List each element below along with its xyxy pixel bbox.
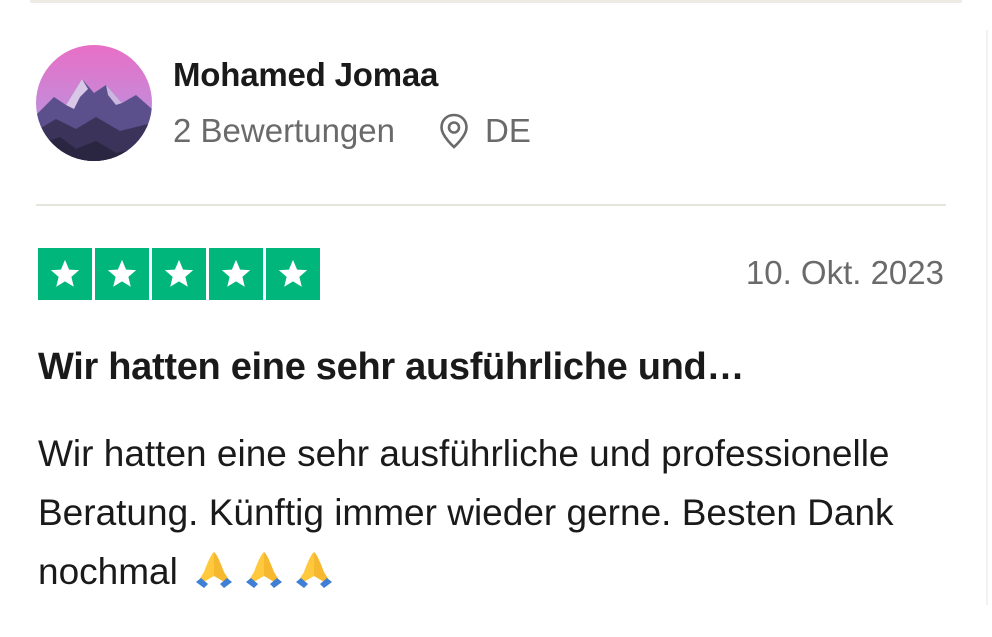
star-icon	[95, 248, 149, 300]
folded-hands-icon	[195, 552, 232, 588]
folded-hands-icon	[295, 552, 332, 588]
divider	[36, 204, 946, 206]
star-icon	[266, 248, 320, 300]
star-icon	[38, 248, 92, 300]
avatar-mountain-image	[36, 45, 152, 161]
review-date: 10. Okt. 2023	[745, 254, 944, 291]
card-top-border	[30, 0, 962, 3]
review-body-text: Wir hatten eine sehr ausführliche und pr…	[38, 433, 894, 592]
star-rating	[38, 248, 320, 300]
card-right-border	[986, 30, 988, 605]
emoji-group	[192, 546, 336, 590]
folded-hands-icon	[245, 552, 282, 588]
reviewer-name[interactable]: Mohamed Jomaa	[173, 56, 438, 94]
location-pin-icon	[439, 113, 469, 149]
review-card: Mohamed Jomaa 2 Bewertungen DE 10. Okt. …	[0, 0, 992, 637]
star-icon	[152, 248, 206, 300]
review-title[interactable]: Wir hatten eine sehr ausführliche und…	[38, 346, 744, 389]
avatar[interactable]	[36, 45, 152, 161]
reviewer-country: DE	[485, 112, 531, 149]
reviewer-meta: 2 Bewertungen DE	[173, 112, 531, 150]
star-icon	[209, 248, 263, 300]
reviews-count: 2 Bewertungen	[173, 112, 395, 149]
review-body: Wir hatten eine sehr ausführliche und pr…	[38, 424, 938, 601]
